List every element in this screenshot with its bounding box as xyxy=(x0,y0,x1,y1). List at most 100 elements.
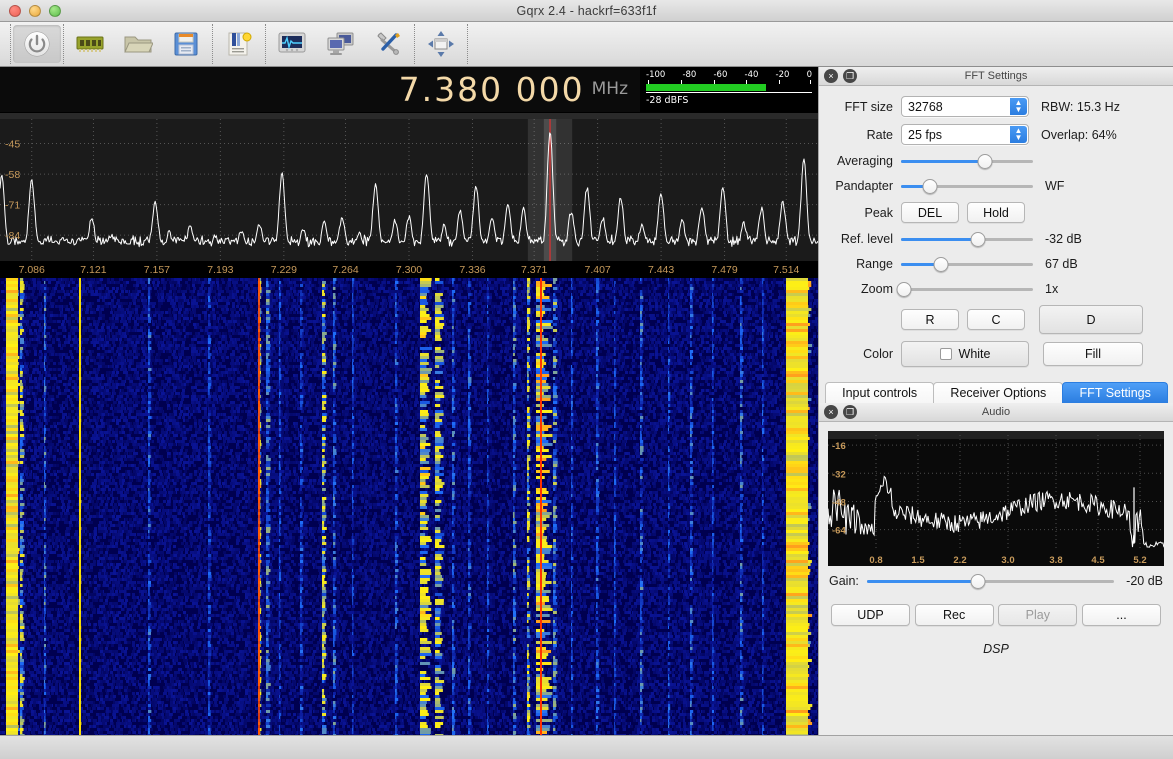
svg-text:7.407: 7.407 xyxy=(584,264,610,276)
audio-gain-row: Gain: -20 dB xyxy=(819,568,1173,590)
titlebar: Gqrx 2.4 - hackrf=633f1f xyxy=(0,0,1173,22)
tab-receiver-options[interactable]: Receiver Options xyxy=(933,382,1063,403)
ref-level-value: -32 dB xyxy=(1045,232,1082,246)
svg-text:7.479: 7.479 xyxy=(711,264,737,276)
main-toolbar xyxy=(0,22,1173,67)
chevron-updown-icon[interactable]: ▲▼ xyxy=(1010,98,1027,115)
fft-size-row: FFT size 32768 ▲▼ RBW: 15.3 Hz xyxy=(829,96,1163,117)
peak-row: Peak DEL Hold xyxy=(829,202,1163,223)
dock-tabbar: Input controls Receiver Options FFT Sett… xyxy=(819,380,1173,403)
status-bar xyxy=(0,735,1173,759)
more-button[interactable]: ... xyxy=(1082,604,1161,626)
zoom-slider[interactable] xyxy=(901,280,1033,298)
rbw-label: RBW: 15.3 Hz xyxy=(1041,100,1120,114)
fft-settings-body: FFT size 32768 ▲▼ RBW: 15.3 Hz Rate 25 f… xyxy=(819,86,1173,380)
spectrum-plot[interactable]: 7.0867.1217.1577.1937.2297.2647.3007.336… xyxy=(0,113,818,278)
svg-text:7.264: 7.264 xyxy=(332,264,358,276)
svg-text:-58: -58 xyxy=(5,169,20,181)
tools-icon[interactable] xyxy=(364,25,412,63)
audio-title: Audio xyxy=(819,406,1173,418)
svg-text:-84: -84 xyxy=(5,230,20,242)
averaging-slider[interactable] xyxy=(901,152,1033,170)
frequency-value[interactable]: 7.380 000 xyxy=(399,73,585,106)
fft-settings-title: FFT Settings xyxy=(819,70,1173,82)
center-button[interactable]: C xyxy=(967,309,1025,330)
meter-tick-label: -60 xyxy=(713,70,727,80)
signal-meter-scale: -100 -80 -60 -40 -20 0 xyxy=(646,70,812,80)
frequency-bar: 7.380 000 MHz -100 -80 -60 -40 -20 0 xyxy=(0,67,818,113)
signal-meter-bar xyxy=(646,84,812,93)
zoom-label: Zoom xyxy=(829,282,901,296)
toolbar-separator xyxy=(414,24,415,64)
meter-tick-label: 0 xyxy=(807,70,812,80)
toolbar-separator xyxy=(265,24,266,64)
rec-button[interactable]: Rec xyxy=(915,604,994,626)
waterfall-plot[interactable] xyxy=(0,278,818,735)
ref-level-row: Ref. level -32 dB xyxy=(829,230,1163,248)
peak-label: Peak xyxy=(829,206,901,220)
power-icon[interactable] xyxy=(13,25,61,63)
main-content-area: 7.380 000 MHz -100 -80 -60 -40 -20 0 xyxy=(0,67,1173,735)
zoom-value: 1x xyxy=(1045,282,1058,296)
udp-button[interactable]: UDP xyxy=(831,604,910,626)
remote-control-icon[interactable] xyxy=(316,25,364,63)
gain-slider[interactable] xyxy=(867,572,1114,590)
hardware-icon[interactable] xyxy=(66,25,114,63)
waveform-monitor-icon[interactable] xyxy=(268,25,316,63)
svg-text:7.086: 7.086 xyxy=(19,264,45,276)
gain-value: -20 dB xyxy=(1126,574,1163,588)
audio-spectrum-plot[interactable]: -16-32-48-640.81.52.23.03.84.55.2 xyxy=(828,431,1164,566)
fft-size-value: 32768 xyxy=(908,100,943,114)
peak-hold-button[interactable]: Hold xyxy=(967,202,1025,223)
svg-text:7.121: 7.121 xyxy=(80,264,106,276)
fft-size-label: FFT size xyxy=(829,100,901,114)
play-button: Play xyxy=(998,604,1077,626)
ref-level-slider[interactable] xyxy=(901,230,1033,248)
gqrx-main-window: Gqrx 2.4 - hackrf=633f1f xyxy=(0,0,1173,759)
svg-text:-45: -45 xyxy=(5,139,20,151)
zoom-row: Zoom 1x xyxy=(829,280,1163,298)
tab-fft-settings[interactable]: FFT Settings xyxy=(1062,382,1168,403)
demod-button[interactable]: D xyxy=(1039,305,1143,334)
dsp-label: DSP xyxy=(819,642,1173,656)
folder-open-icon[interactable] xyxy=(114,25,162,63)
averaging-label: Averaging xyxy=(829,154,901,168)
range-slider[interactable] xyxy=(901,255,1033,273)
fill-button[interactable]: Fill xyxy=(1043,342,1143,366)
frequency-display[interactable]: 7.380 000 MHz xyxy=(0,67,640,112)
color-label: Color xyxy=(829,347,901,361)
fft-size-select[interactable]: 32768 ▲▼ xyxy=(901,96,1029,117)
pandapter-slider[interactable] xyxy=(901,177,1033,195)
right-dock: × ❐ FFT Settings FFT size 32768 ▲▼ RBW: … xyxy=(818,67,1173,735)
fft-settings-dock-header: × ❐ FFT Settings xyxy=(819,67,1173,86)
tab-input-controls[interactable]: Input controls xyxy=(825,382,934,403)
toolbar-separator xyxy=(63,24,64,64)
signal-meter-value: -28 dBFS xyxy=(646,95,812,106)
rate-select[interactable]: 25 fps ▲▼ xyxy=(901,124,1029,145)
svg-text:7.300: 7.300 xyxy=(396,264,422,276)
window-title: Gqrx 2.4 - hackrf=633f1f xyxy=(0,4,1173,18)
checkbox-icon[interactable] xyxy=(940,348,952,360)
svg-text:7.514: 7.514 xyxy=(773,264,799,276)
color-white-toggle[interactable]: White xyxy=(901,341,1029,367)
peak-del-button[interactable]: DEL xyxy=(901,202,959,223)
range-row: Range 67 dB xyxy=(829,255,1163,273)
resize-icon[interactable] xyxy=(417,25,465,63)
signal-meter: -100 -80 -60 -40 -20 0 -28 dBFS xyxy=(640,67,818,112)
signal-meter-fill xyxy=(646,84,766,91)
chevron-updown-icon[interactable]: ▲▼ xyxy=(1010,126,1027,143)
meter-tick-label: -20 xyxy=(776,70,790,80)
range-value: 67 dB xyxy=(1045,257,1078,271)
pandapter-label: Pandapter xyxy=(829,179,901,193)
meter-tick-label: -100 xyxy=(646,70,665,80)
floppy-save-icon[interactable] xyxy=(162,25,210,63)
reset-button[interactable]: R xyxy=(901,309,959,330)
rate-label: Rate xyxy=(829,128,901,142)
pandapter-row: Pandapter WF xyxy=(829,177,1163,195)
wf-label: WF xyxy=(1045,179,1064,193)
overlap-label: Overlap: 64% xyxy=(1041,128,1117,142)
svg-text:-71: -71 xyxy=(5,200,20,212)
audio-dock-header: × ❐ Audio xyxy=(819,403,1173,422)
bookmark-icon[interactable] xyxy=(215,25,263,63)
meter-tick-label: -40 xyxy=(745,70,759,80)
